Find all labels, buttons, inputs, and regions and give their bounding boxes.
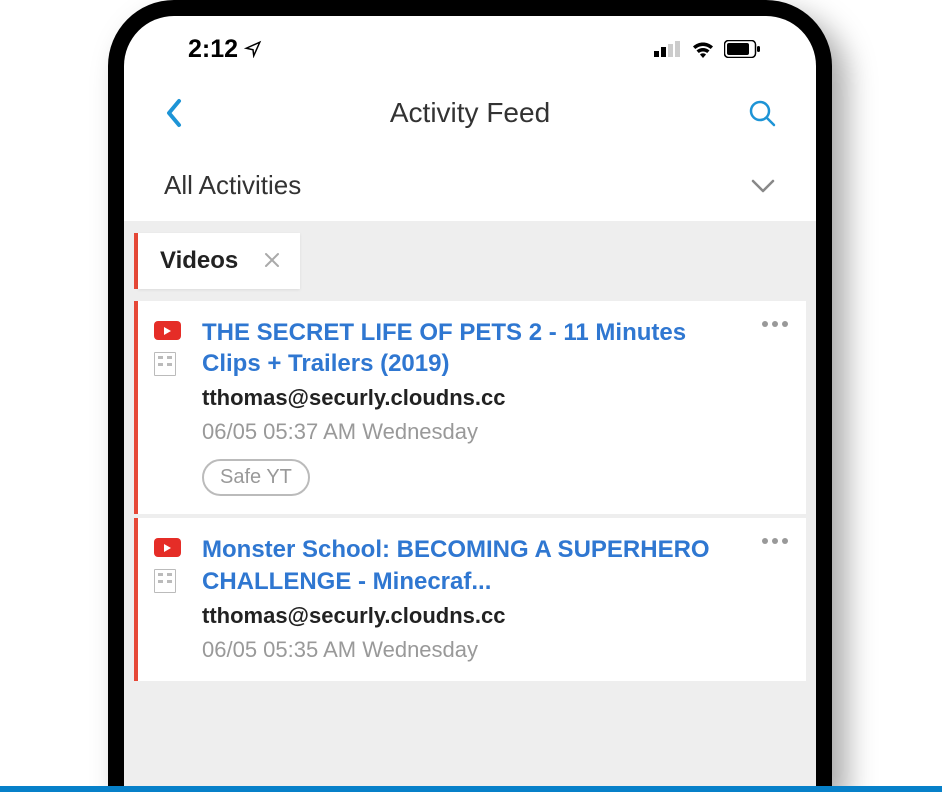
status-left: 2:12 <box>188 35 262 64</box>
tag-safe-yt: Safe YT <box>202 459 310 496</box>
chevron-left-icon <box>164 97 184 129</box>
app-header: Activity Feed <box>124 72 816 154</box>
battery-icon <box>724 40 760 58</box>
search-button[interactable] <box>732 99 776 127</box>
search-icon <box>748 99 776 127</box>
more-button[interactable] <box>762 538 788 544</box>
location-arrow-icon <box>244 40 262 58</box>
cellular-signal-icon <box>654 41 682 57</box>
filter-label: All Activities <box>164 170 301 201</box>
feed-item[interactable]: THE SECRET LIFE OF PETS 2 - 11 Minutes C… <box>134 301 806 514</box>
page-title: Activity Feed <box>390 97 550 129</box>
filter-dropdown[interactable]: All Activities <box>124 154 816 221</box>
chevron-down-icon <box>750 178 776 194</box>
feed-email: tthomas@securly.cloudns.cc <box>202 385 748 411</box>
feed-title: Monster School: BECOMING A SUPERHERO CHA… <box>202 534 748 596</box>
chip-label: Videos <box>160 247 238 275</box>
status-bar: 2:12 <box>124 16 816 72</box>
feed-title: THE SECRET LIFE OF PETS 2 - 11 Minutes C… <box>202 317 748 379</box>
building-icon <box>154 569 176 593</box>
back-button[interactable] <box>164 97 208 129</box>
status-right <box>654 40 760 58</box>
feed-timestamp: 06/05 05:35 AM Wednesday <box>202 637 748 663</box>
feed-email: tthomas@securly.cloudns.cc <box>202 603 748 629</box>
phone-frame: 2:12 <box>108 0 832 792</box>
feed-body: THE SECRET LIFE OF PETS 2 - 11 Minutes C… <box>202 317 792 496</box>
chip-close-icon[interactable] <box>264 248 280 274</box>
chip-accent: Videos <box>134 233 300 289</box>
phone-screen: 2:12 <box>124 16 816 792</box>
filter-chips: Videos <box>134 233 806 301</box>
filter-chip-videos[interactable]: Videos <box>138 233 300 289</box>
wifi-icon <box>691 40 715 58</box>
youtube-icon <box>154 538 181 557</box>
feed-tags: Safe YT <box>202 459 748 496</box>
feed-item[interactable]: Monster School: BECOMING A SUPERHERO CHA… <box>134 518 806 680</box>
youtube-icon <box>154 321 181 340</box>
feed-icons <box>154 534 202 662</box>
more-button[interactable] <box>762 321 788 327</box>
more-dots-icon <box>762 538 768 544</box>
feed-body: Monster School: BECOMING A SUPERHERO CHA… <box>202 534 792 662</box>
building-icon <box>154 352 176 376</box>
status-time: 2:12 <box>188 35 238 64</box>
content-area: Videos THE SECRET LIFE OF PETS 2 <box>124 221 816 792</box>
bottom-accent-bar <box>0 786 942 792</box>
feed-timestamp: 06/05 05:37 AM Wednesday <box>202 419 748 445</box>
feed-icons <box>154 317 202 496</box>
more-dots-icon <box>762 321 768 327</box>
